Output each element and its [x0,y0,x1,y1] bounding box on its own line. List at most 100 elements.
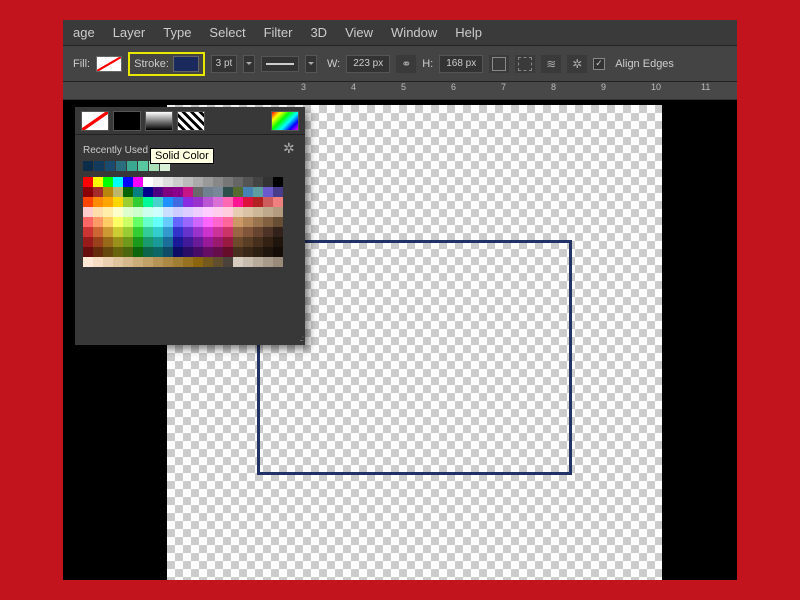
color-swatch[interactable] [203,217,213,227]
color-swatch[interactable] [243,257,253,267]
recent-swatch[interactable] [127,161,137,171]
color-swatch[interactable] [123,237,133,247]
color-swatch[interactable] [233,207,243,217]
color-swatch[interactable] [123,187,133,197]
pattern-button[interactable] [177,111,205,131]
color-swatch[interactable] [163,217,173,227]
color-swatch[interactable] [83,197,93,207]
color-swatch[interactable] [103,227,113,237]
canvas-area[interactable]: Solid Color Recently Used ..: [63,100,737,580]
color-swatch[interactable] [183,227,193,237]
color-swatch[interactable] [173,207,183,217]
color-swatch[interactable] [103,237,113,247]
color-swatch[interactable] [113,227,123,237]
menu-layer[interactable]: Layer [113,25,146,40]
color-swatch[interactable] [133,207,143,217]
color-swatch[interactable] [103,247,113,257]
color-swatch[interactable] [103,177,113,187]
color-swatch[interactable] [213,177,223,187]
color-swatch[interactable] [193,197,203,207]
color-swatch[interactable] [223,187,233,197]
color-swatch[interactable] [223,217,233,227]
color-swatch[interactable] [273,197,283,207]
color-swatch[interactable] [243,197,253,207]
color-swatch[interactable] [203,197,213,207]
color-swatch[interactable] [183,197,193,207]
stroke-width-input[interactable]: 3 pt [211,55,237,73]
color-swatch[interactable] [93,217,103,227]
color-swatch[interactable] [143,197,153,207]
color-swatch[interactable] [223,197,233,207]
color-swatch[interactable] [93,177,103,187]
color-swatch[interactable] [143,177,153,187]
color-swatch[interactable] [273,257,283,267]
menu-select[interactable]: Select [209,25,245,40]
color-swatch[interactable] [113,217,123,227]
color-swatch[interactable] [103,217,113,227]
gradient-button[interactable] [145,111,173,131]
path-options-icon[interactable]: ≋ [541,55,561,73]
menu-age[interactable]: age [73,25,95,40]
color-swatch[interactable] [253,237,263,247]
color-swatch[interactable] [193,257,203,267]
color-swatch[interactable] [213,237,223,247]
color-swatch[interactable] [113,257,123,267]
menu-view[interactable]: View [345,25,373,40]
color-swatch[interactable] [153,247,163,257]
color-swatch[interactable] [153,227,163,237]
color-swatch[interactable] [233,247,243,257]
color-swatch[interactable] [203,207,213,217]
color-swatch[interactable] [243,187,253,197]
height-input[interactable]: 168 px [439,55,483,73]
color-swatch[interactable] [83,177,93,187]
color-swatch[interactable] [183,217,193,227]
color-swatch[interactable] [263,217,273,227]
color-swatch[interactable] [93,257,103,267]
color-swatch[interactable] [113,247,123,257]
color-swatch[interactable] [113,187,123,197]
color-swatch[interactable] [213,257,223,267]
color-swatch[interactable] [83,207,93,217]
color-swatch[interactable] [233,177,243,187]
menu-type[interactable]: Type [163,25,191,40]
color-swatch[interactable] [233,197,243,207]
link-wh-icon[interactable]: ⚭ [396,55,416,73]
recent-swatch[interactable] [94,161,104,171]
color-swatch[interactable] [203,257,213,267]
color-swatch[interactable] [83,247,93,257]
color-swatch[interactable] [183,247,193,257]
color-swatch[interactable] [183,207,193,217]
color-swatch[interactable] [253,257,263,267]
swatch-grid[interactable] [83,177,283,267]
color-swatch[interactable] [163,227,173,237]
color-swatch[interactable] [263,247,273,257]
color-swatch[interactable] [153,177,163,187]
color-swatch[interactable] [263,257,273,267]
path-arrange-icon[interactable] [515,55,535,73]
color-swatch[interactable] [153,237,163,247]
stroke-style-dropdown[interactable] [261,56,299,72]
color-swatch[interactable] [223,247,233,257]
color-swatch[interactable] [263,207,273,217]
color-swatch[interactable] [133,237,143,247]
align-edges-checkbox[interactable] [593,58,605,70]
color-swatch[interactable] [213,207,223,217]
color-swatch[interactable] [153,217,163,227]
resize-grip-icon[interactable]: ..: [299,334,303,343]
color-swatch[interactable] [163,237,173,247]
color-swatch[interactable] [183,177,193,187]
color-swatch[interactable] [133,197,143,207]
color-swatch[interactable] [233,237,243,247]
color-swatch[interactable] [93,227,103,237]
color-swatch[interactable] [143,227,153,237]
color-swatch[interactable] [123,257,133,267]
color-swatch[interactable] [83,187,93,197]
color-swatch[interactable] [173,197,183,207]
color-swatch[interactable] [213,227,223,237]
color-swatch[interactable] [173,227,183,237]
recent-swatch[interactable] [105,161,115,171]
color-swatch[interactable] [113,197,123,207]
stroke-swatch[interactable] [173,56,199,72]
color-swatch[interactable] [273,217,283,227]
color-swatch[interactable] [253,227,263,237]
